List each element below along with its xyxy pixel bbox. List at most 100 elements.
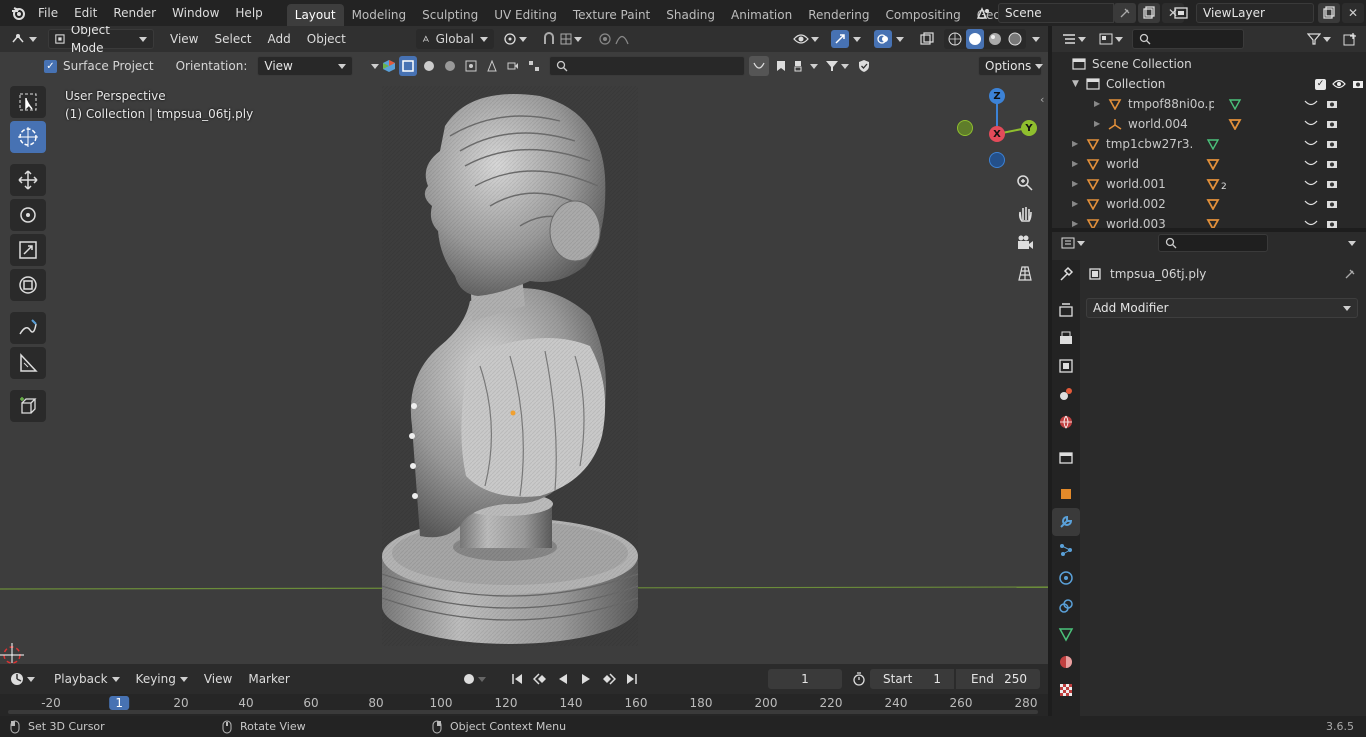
timeline-scrollbar[interactable] xyxy=(8,710,1038,714)
tab-rendering[interactable]: Rendering xyxy=(800,4,877,26)
hidden-eye-icon[interactable] xyxy=(1304,180,1318,188)
texture-tab-icon[interactable] xyxy=(1052,676,1080,704)
outliner-item[interactable]: ▶ world.003 xyxy=(1072,214,1366,228)
hidden-eye-icon[interactable] xyxy=(1304,220,1318,228)
blender-logo-icon[interactable] xyxy=(6,3,30,23)
play-reverse-icon[interactable] xyxy=(552,669,574,689)
expand-arrow-icon[interactable]: ▶ xyxy=(1072,134,1086,154)
properties-options-icon[interactable] xyxy=(1344,233,1360,253)
scene-icon[interactable] xyxy=(970,3,998,23)
menu-file[interactable]: File xyxy=(30,0,66,26)
perspective-toggle-icon[interactable] xyxy=(1011,259,1039,287)
timeline-menu-playback[interactable]: Playback xyxy=(46,666,128,692)
end-frame-field[interactable]: End 250 xyxy=(956,669,1040,689)
gizmo-z-axis[interactable]: Z xyxy=(989,88,1005,104)
tab-sculpting[interactable]: Sculpting xyxy=(414,4,486,26)
hidden-eye-icon[interactable] xyxy=(1304,160,1318,168)
zoom-icon[interactable] xyxy=(1011,169,1039,197)
jump-start-icon[interactable] xyxy=(506,669,528,689)
world-tab-icon[interactable] xyxy=(1052,408,1080,436)
new-scene-icon[interactable] xyxy=(1138,3,1160,23)
expand-arrow-icon[interactable]: ▶ xyxy=(1072,154,1086,174)
outliner-editor-type-icon[interactable] xyxy=(1058,29,1090,49)
add-modifier-dropdown[interactable]: Add Modifier xyxy=(1086,298,1358,318)
pan-hand-icon[interactable] xyxy=(1011,199,1039,227)
outliner-item[interactable]: ▶ world.002 xyxy=(1072,194,1366,214)
tab-shading[interactable]: Shading xyxy=(658,4,723,26)
delete-viewlayer-icon[interactable]: ✕ xyxy=(1342,3,1364,23)
next-keyframe-icon[interactable] xyxy=(598,669,620,689)
expand-arrow-icon[interactable]: ▶ xyxy=(1072,194,1086,214)
render-camera-icon[interactable] xyxy=(1326,139,1338,149)
gizmo-neg-y[interactable] xyxy=(957,120,973,136)
render-camera-icon[interactable] xyxy=(1326,119,1338,129)
sidebar-toggle-icon[interactable]: ‹ xyxy=(1040,93,1044,106)
empty-icon[interactable] xyxy=(1228,118,1242,130)
render-camera-icon[interactable] xyxy=(1326,219,1338,228)
render-camera-icon[interactable] xyxy=(1326,159,1338,169)
tab-animation[interactable]: Animation xyxy=(723,4,800,26)
hidden-eye-icon[interactable] xyxy=(1304,100,1318,108)
viewlayer-name-field[interactable]: ViewLayer xyxy=(1196,3,1314,23)
timeline-editor-type-icon[interactable] xyxy=(6,669,38,689)
menu-help[interactable]: Help xyxy=(227,0,270,26)
render-camera-icon[interactable] xyxy=(1326,199,1338,209)
particles-tab-icon[interactable] xyxy=(1052,536,1080,564)
tab-uv-editing[interactable]: UV Editing xyxy=(486,4,565,26)
rotate-tool[interactable] xyxy=(10,199,46,231)
empty-icon[interactable] xyxy=(1206,198,1220,210)
menu-edit[interactable]: Edit xyxy=(66,0,105,26)
view-layer-tab-icon[interactable] xyxy=(1052,352,1080,380)
start-frame-field[interactable]: Start 1 xyxy=(870,669,954,689)
viewlayer-selector[interactable]: ViewLayer ✕ xyxy=(1168,3,1364,23)
empty-icon[interactable] xyxy=(1206,218,1220,228)
preview-range-icon[interactable] xyxy=(848,669,870,689)
gizmo-x-axis[interactable]: X xyxy=(989,126,1005,142)
annotate-tool[interactable] xyxy=(10,312,46,344)
outliner-item[interactable]: ▶ tmpof88ni0o.ply xyxy=(1072,94,1366,114)
mesh-data-icon[interactable] xyxy=(1228,98,1242,110)
physics-tab-icon[interactable] xyxy=(1052,564,1080,592)
render-tab-icon[interactable] xyxy=(1052,296,1080,324)
current-frame-field[interactable]: 1 xyxy=(768,669,842,689)
menu-render[interactable]: Render xyxy=(105,0,164,26)
expand-icon[interactable]: ▼ xyxy=(1072,74,1086,94)
hidden-eye-icon[interactable] xyxy=(1304,120,1318,128)
properties-pin-icon[interactable] xyxy=(1344,268,1356,280)
render-camera-icon[interactable] xyxy=(1326,179,1338,189)
playhead-frame-label[interactable]: 1 xyxy=(109,696,130,710)
camera-view-icon[interactable] xyxy=(1011,229,1039,257)
tab-compositing[interactable]: Compositing xyxy=(877,4,968,26)
scene-name-field[interactable]: Scene xyxy=(998,3,1114,23)
new-collection-icon[interactable] xyxy=(1340,29,1360,49)
gizmo-y-axis[interactable]: Y xyxy=(1021,120,1037,136)
expand-arrow-icon[interactable]: ▶ xyxy=(1094,114,1108,134)
properties-editor-type-icon[interactable] xyxy=(1058,233,1088,253)
prev-keyframe-icon[interactable] xyxy=(529,669,551,689)
properties-search-field[interactable] xyxy=(1158,234,1268,252)
outliner-item[interactable]: ▶ world.004 xyxy=(1072,114,1366,134)
empty-icon[interactable] xyxy=(1206,158,1220,170)
play-icon[interactable] xyxy=(575,669,597,689)
render-camera-icon[interactable] xyxy=(1326,99,1338,109)
collection-eye-icon[interactable] xyxy=(1332,79,1346,89)
output-tab-icon[interactable] xyxy=(1052,324,1080,352)
scale-tool[interactable] xyxy=(10,234,46,266)
collection-exclude-checkbox[interactable]: ✓ xyxy=(1315,78,1326,90)
timeline-menu-marker[interactable]: Marker xyxy=(240,666,297,692)
scene-tab-icon[interactable] xyxy=(1052,380,1080,408)
tab-layout[interactable]: Layout xyxy=(286,3,344,26)
expand-arrow-icon[interactable]: ▶ xyxy=(1072,214,1086,228)
move-tool[interactable] xyxy=(10,164,46,196)
measure-tool[interactable] xyxy=(10,347,46,379)
jump-end-icon[interactable] xyxy=(621,669,643,689)
data-tab-icon[interactable] xyxy=(1052,620,1080,648)
material-tab-icon[interactable] xyxy=(1052,648,1080,676)
tab-modeling[interactable]: Modeling xyxy=(344,4,415,26)
new-viewlayer-icon[interactable] xyxy=(1318,3,1340,23)
add-cube-tool[interactable] xyxy=(10,390,46,422)
auto-keying-icon[interactable] xyxy=(460,669,490,689)
mesh-data-icon[interactable] xyxy=(1206,138,1220,150)
scene-collection-row[interactable]: Scene Collection xyxy=(1072,54,1366,74)
constraints-tab-icon[interactable] xyxy=(1052,592,1080,620)
